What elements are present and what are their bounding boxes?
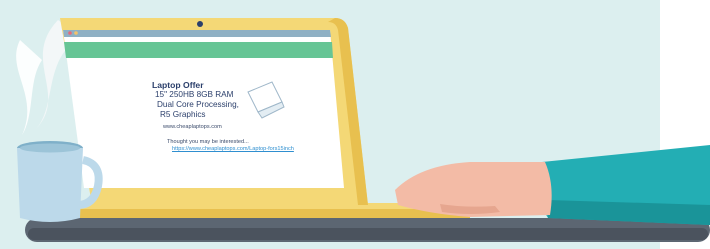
screen-header <box>64 42 333 58</box>
illustration: Laptop Offer 15" 250HB 8GB RAM Dual Core… <box>0 0 710 249</box>
ad-line: 15" 250HB 8GB RAM <box>155 90 234 99</box>
desk-shadow <box>28 228 708 240</box>
ad-line: Dual Core Processing, <box>157 100 239 109</box>
message-link[interactable]: https://www.cheaplaptops.com/Laptop-fors… <box>172 146 322 153</box>
scene-graphics <box>16 18 710 242</box>
message-text: Thought you may be interested... <box>167 139 249 145</box>
window-dot-icon <box>68 31 72 35</box>
ad-site: www.cheaplaptops.com <box>163 124 222 130</box>
ad-line: R5 Graphics <box>160 110 206 119</box>
camera-dot <box>197 21 203 27</box>
window-dot-icon <box>74 31 78 35</box>
browser-bar <box>63 30 331 37</box>
steam <box>16 40 42 135</box>
ad-title: Laptop Offer <box>152 80 204 90</box>
